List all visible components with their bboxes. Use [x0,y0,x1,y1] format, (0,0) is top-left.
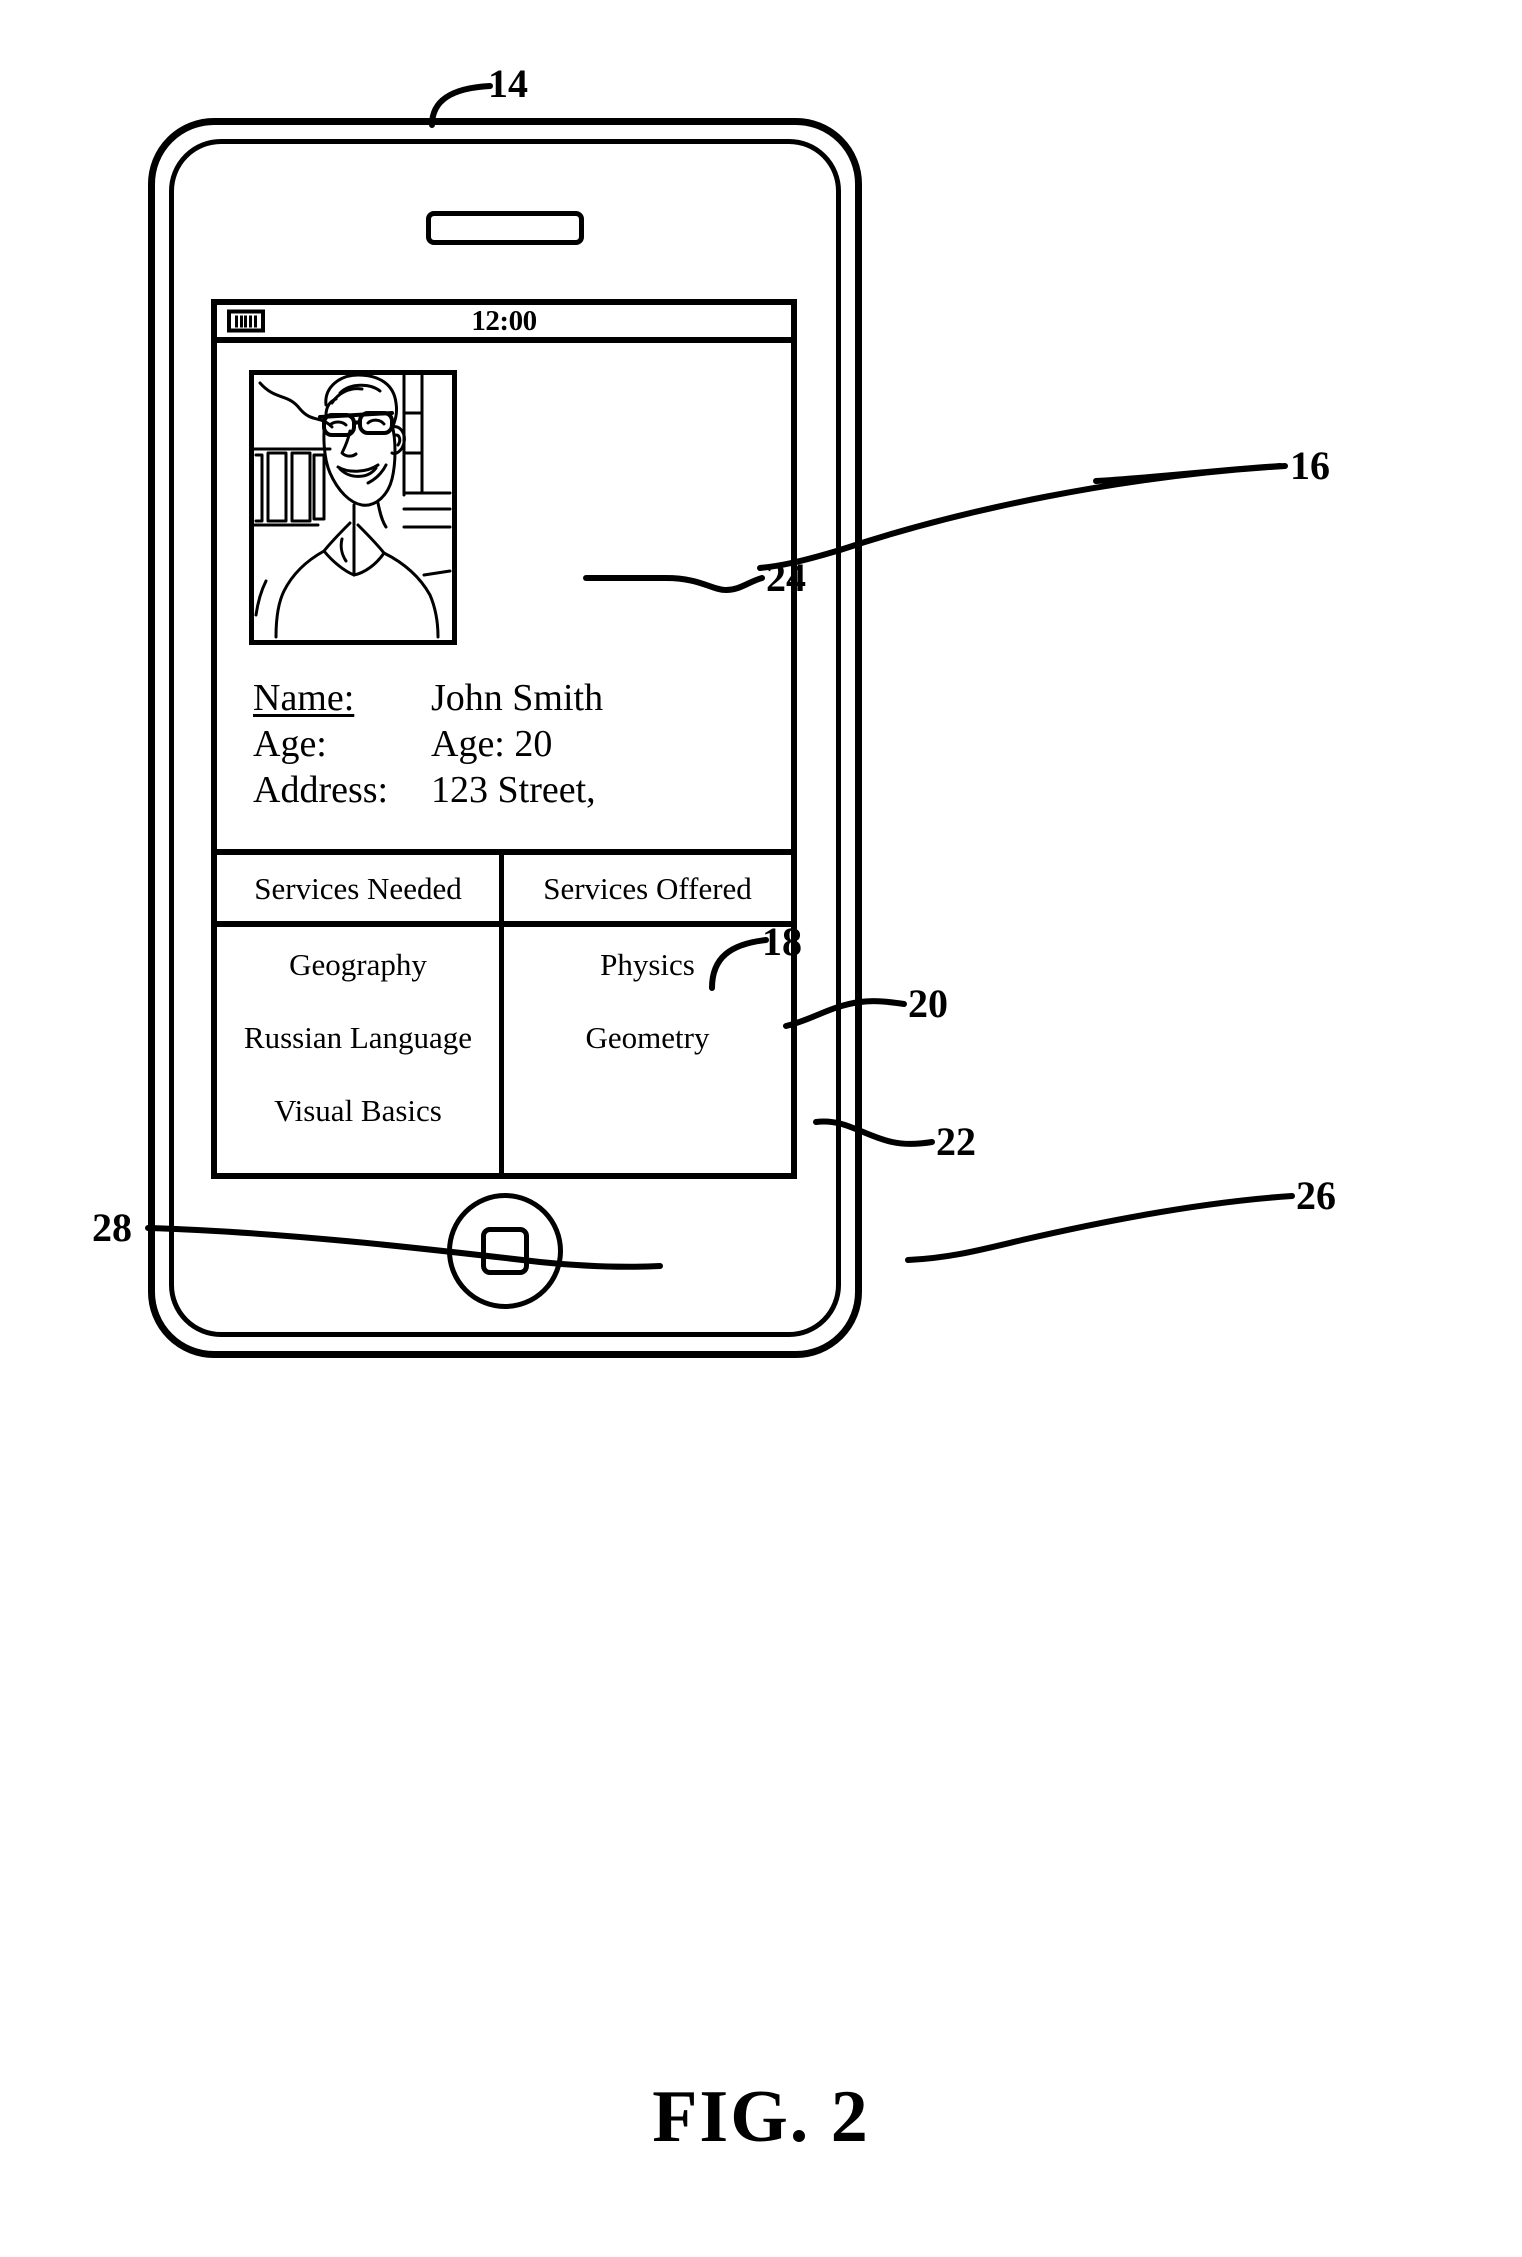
ref-numeral-26: 26 [1296,1173,1336,1218]
speaker-slot-icon [426,211,584,245]
home-button[interactable] [447,1193,563,1309]
profile-panel: Name: John Smith Age: Age: 20 Address: 1… [217,343,791,855]
address-value: 123 Street, [431,769,596,811]
screen: 12:00 Name: John Smith Age: Age: 20 Addr… [211,299,797,1179]
list-item[interactable]: Physics [600,949,695,980]
list-item[interactable]: Visual Basics [274,1095,442,1126]
ref-numeral-22: 22 [936,1119,976,1164]
services-needed-header[interactable]: Services Needed [217,855,504,921]
list-item[interactable]: Russian Language [244,1022,472,1053]
name-value: John Smith [431,677,604,719]
services-needed-list: Geography Russian Language Visual Basics [217,927,504,1173]
ref-numeral-20: 20 [908,981,948,1026]
battery-icon [227,309,265,333]
info-row-address: Address: 123 Street, [253,771,793,817]
services-header-row: Services Needed Services Offered [217,855,791,927]
age-label: Age: [253,723,327,765]
profile-info-list: Name: John Smith Age: Age: 20 Address: 1… [253,679,793,817]
profile-photo[interactable] [249,370,457,645]
services-body-row: Geography Russian Language Visual Basics… [217,927,791,1173]
services-offered-header-label: Services Offered [543,870,752,906]
services-needed-header-label: Services Needed [254,870,462,906]
ref-numeral-28: 28 [92,1205,132,1250]
address-label: Address: [253,769,389,811]
services-table: Services Needed Services Offered Geograp… [217,855,791,1173]
name-label: Name: [253,677,355,719]
list-item[interactable]: Geometry [586,1022,710,1053]
ref-numeral-16: 16 [1290,443,1330,488]
age-value: Age: 20 [431,723,553,765]
ref-numeral-14: 14 [488,61,528,106]
ref-numeral-18: 18 [762,919,802,964]
home-square-icon [481,1227,529,1275]
services-offered-header[interactable]: Services Offered [504,855,791,921]
services-offered-list: Physics Geometry [504,927,791,1173]
list-item[interactable]: Geography [289,949,427,980]
info-row-age: Age: Age: 20 [253,725,793,771]
phone-device: 12:00 Name: John Smith Age: Age: 20 Addr… [148,118,862,1358]
portrait-drawing [254,375,452,639]
status-time: 12:00 [471,304,537,337]
status-bar: 12:00 [217,305,791,343]
figure-caption: FIG. 2 [652,2076,870,2158]
info-row-name: Name: John Smith [253,679,793,725]
ref-numeral-24: 24 [766,555,806,600]
